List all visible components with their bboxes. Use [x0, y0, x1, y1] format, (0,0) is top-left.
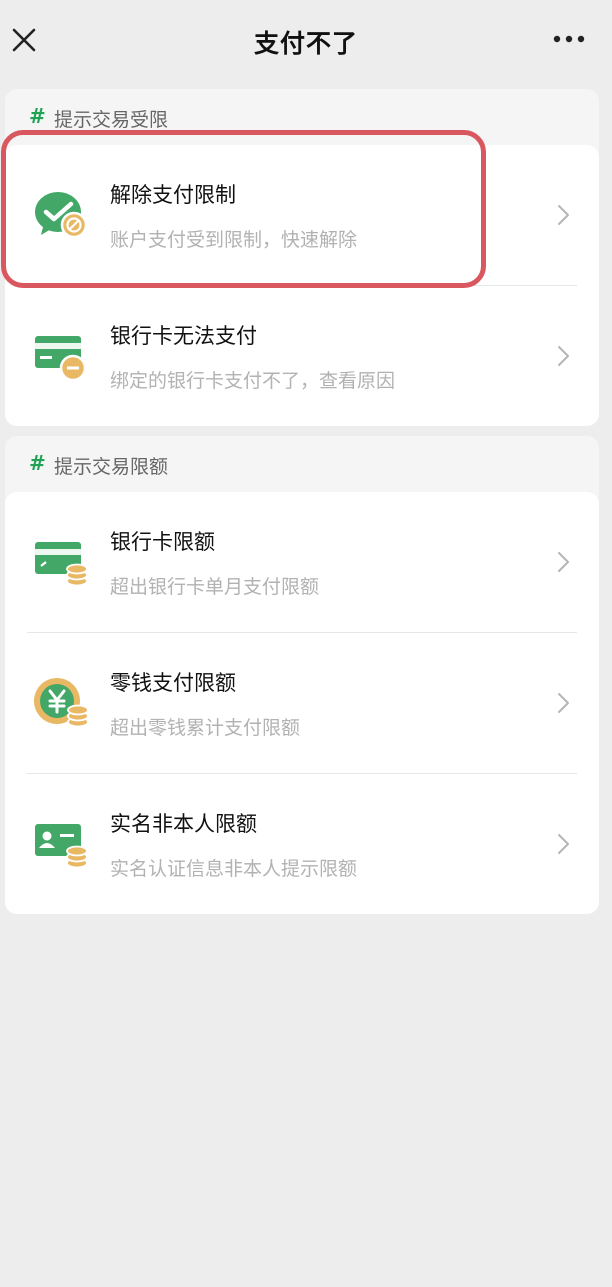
item-subtitle: 实名认证信息非本人提示限额 — [110, 858, 358, 880]
chevron-right-icon — [558, 834, 569, 854]
chevron-right-icon — [558, 552, 569, 572]
chevron-right-icon — [558, 346, 569, 366]
item-title: 银行卡无法支付 — [110, 324, 257, 348]
list-item-remove-payment-restriction[interactable]: 解除支付限制 账户支付受到限制，快速解除 — [5, 145, 599, 285]
option-list: 银行卡限额 超出银行卡单月支付限额 零钱支付限额 超出零钱累计支付限额 实名非本… — [5, 492, 599, 914]
item-title: 银行卡限额 — [110, 530, 215, 554]
item-title: 解除支付限制 — [110, 183, 236, 207]
section-header: # 提示交易受限 — [5, 89, 599, 145]
item-subtitle: 超出零钱累计支付限额 — [110, 717, 301, 739]
wechat-pay-restricted-icon — [35, 192, 88, 239]
list-item-change-balance-limit[interactable]: 零钱支付限额 超出零钱累计支付限额 — [5, 633, 599, 773]
more-options-icon[interactable] — [552, 28, 586, 50]
yuan-coin-icon — [34, 678, 89, 728]
section-transaction-limit: # 提示交易限额 银行卡限额 超出银行卡单月支付限额 零钱支付限额 超出零钱累计… — [5, 436, 599, 914]
list-item-real-name-not-self-limit[interactable]: 实名非本人限额 实名认证信息非本人提示限额 — [5, 774, 599, 914]
page-title: 支付不了 — [253, 29, 358, 58]
bank-card-minus-icon — [35, 336, 87, 382]
item-subtitle: 绑定的银行卡支付不了，查看原因 — [110, 370, 396, 392]
top-bar: 支付不了 — [0, 0, 612, 80]
item-title: 实名非本人限额 — [110, 812, 257, 836]
hash-icon: # — [29, 451, 46, 475]
section-heading: 提示交易受限 — [54, 109, 169, 131]
section-heading: 提示交易限额 — [54, 456, 169, 478]
option-list: 解除支付限制 账户支付受到限制，快速解除 银行卡无法支付 绑定的银行卡支付不了，… — [5, 145, 599, 426]
list-item-bank-card-limit[interactable]: 银行卡限额 超出银行卡单月支付限额 — [5, 492, 599, 632]
list-item-bank-card-cannot-pay[interactable]: 银行卡无法支付 绑定的银行卡支付不了，查看原因 — [5, 286, 599, 426]
item-subtitle: 账户支付受到限制，快速解除 — [110, 229, 358, 251]
chevron-right-icon — [558, 693, 569, 713]
bank-card-coins-icon — [35, 542, 88, 587]
section-header: # 提示交易限额 — [5, 436, 599, 492]
section-transaction-restricted: # 提示交易受限 解除支付限制 账户支付受到限制，快速解除 银行卡无法支付 绑定… — [5, 89, 599, 426]
item-subtitle: 超出银行卡单月支付限额 — [110, 576, 320, 598]
id-card-coins-icon — [35, 824, 88, 869]
chevron-right-icon — [558, 205, 569, 225]
hash-icon: # — [29, 104, 46, 128]
item-title: 零钱支付限额 — [110, 671, 236, 695]
